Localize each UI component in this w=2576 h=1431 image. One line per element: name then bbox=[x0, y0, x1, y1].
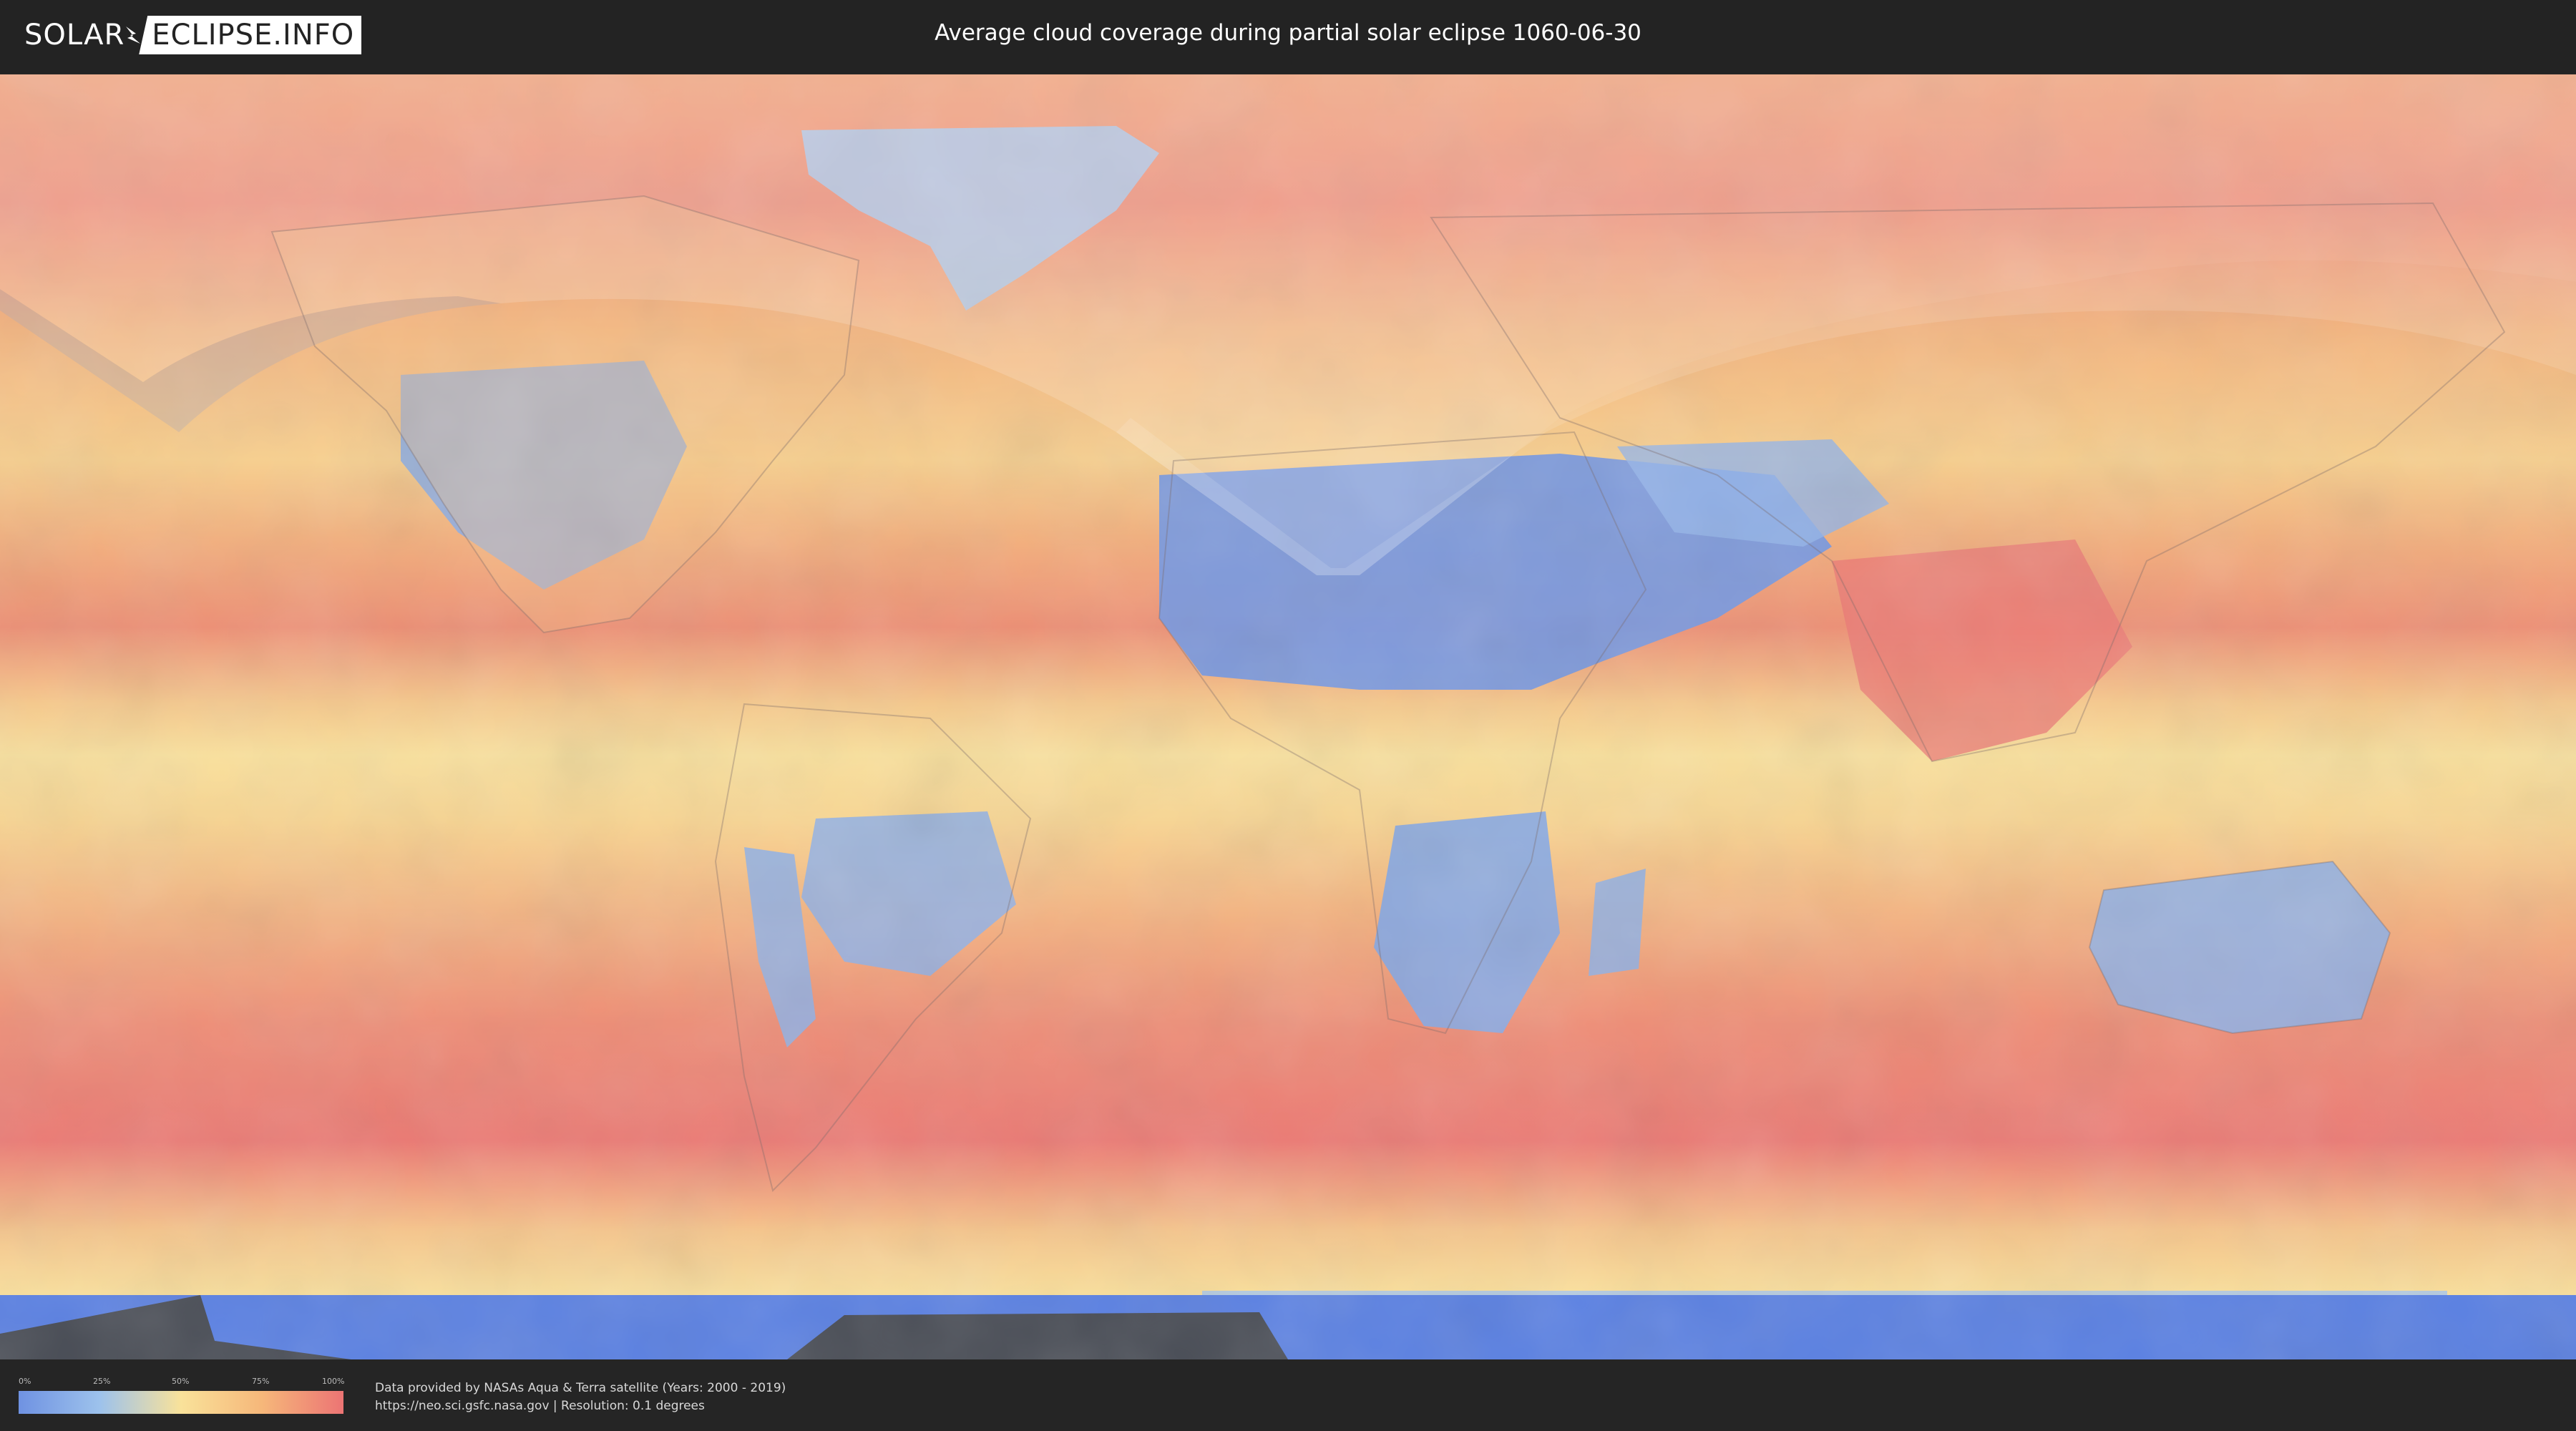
legend-tick-25: 25% bbox=[93, 1377, 111, 1386]
cloud-coverage-map[interactable] bbox=[0, 74, 2576, 1359]
legend-tick-0: 0% bbox=[19, 1377, 31, 1386]
legend-ticks: 0% 25% 50% 75% 100% bbox=[19, 1377, 345, 1388]
footer-bar: 0% 25% 50% 75% 100% Data provided by NAS… bbox=[0, 1359, 2576, 1431]
legend-tick-75: 75% bbox=[252, 1377, 270, 1386]
page-title: Average cloud coverage during partial so… bbox=[935, 20, 1641, 46]
header-bar: SOLAR ECLIPSE.INFO Average cloud coverag… bbox=[0, 0, 2576, 73]
map-canvas bbox=[0, 74, 2576, 1359]
legend-tick-100: 100% bbox=[322, 1377, 345, 1386]
legend-color-bar bbox=[19, 1391, 343, 1414]
credits-line-2: https://neo.sci.gsfc.nasa.gov | Resoluti… bbox=[375, 1399, 705, 1413]
legend-tick-50: 50% bbox=[172, 1377, 190, 1386]
app-root: SOLAR ECLIPSE.INFO Average cloud coverag… bbox=[0, 0, 2576, 1431]
credits-line-1: Data provided by NASAs Aqua & Terra sate… bbox=[375, 1381, 786, 1395]
cloud-coverage-legend: 0% 25% 50% 75% 100% bbox=[19, 1377, 345, 1414]
data-credits: Data provided by NASAs Aqua & Terra sate… bbox=[375, 1379, 786, 1415]
